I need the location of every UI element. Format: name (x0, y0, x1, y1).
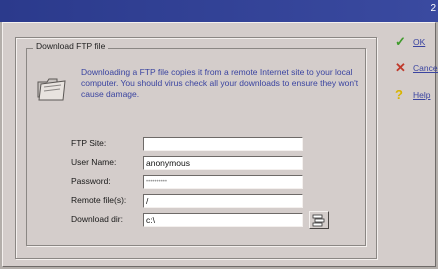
browse-folder-icon (312, 214, 325, 227)
dialog-panel: Download FTP file Downloading a FTP file… (15, 37, 377, 259)
download-ftp-dialog: Download FTP file Downloading a FTP file… (2, 22, 438, 267)
description-text: Downloading a FTP file copies it from a … (81, 67, 359, 99)
remote-files-label: Remote file(s): (71, 195, 127, 205)
ok-label: OK (413, 37, 426, 47)
help-button[interactable]: ? Help (395, 87, 438, 104)
browse-button[interactable] (309, 211, 329, 229)
ftp-site-input[interactable] (143, 137, 303, 151)
user-name-input[interactable]: anonymous (143, 156, 303, 170)
group-title: Download FTP file (33, 41, 109, 51)
cancel-button[interactable]: ✕ Cancel (395, 60, 438, 77)
x-icon: ✕ (395, 60, 406, 75)
remote-files-input[interactable]: / (143, 194, 303, 208)
ftp-site-label: FTP Site: (71, 138, 107, 148)
password-input[interactable]: •••••••••• (143, 175, 303, 189)
download-ftp-group: Download FTP file Downloading a FTP file… (26, 41, 366, 246)
folder-icon (37, 78, 66, 101)
user-name-label: User Name: (71, 157, 117, 167)
title-bar: 2 (0, 0, 438, 22)
download-dir-label: Download dir: (71, 214, 123, 224)
download-dir-input[interactable]: c:\ (143, 213, 303, 227)
ok-button[interactable]: ✓ OK (395, 34, 438, 51)
password-label: Password: (71, 176, 111, 186)
question-mark-icon: ? (395, 87, 403, 102)
checkmark-icon: ✓ (395, 34, 406, 49)
cancel-label: Cancel (413, 63, 438, 73)
help-label: Help (413, 90, 431, 100)
titlebar-corner-glyph: 2 (430, 3, 436, 14)
